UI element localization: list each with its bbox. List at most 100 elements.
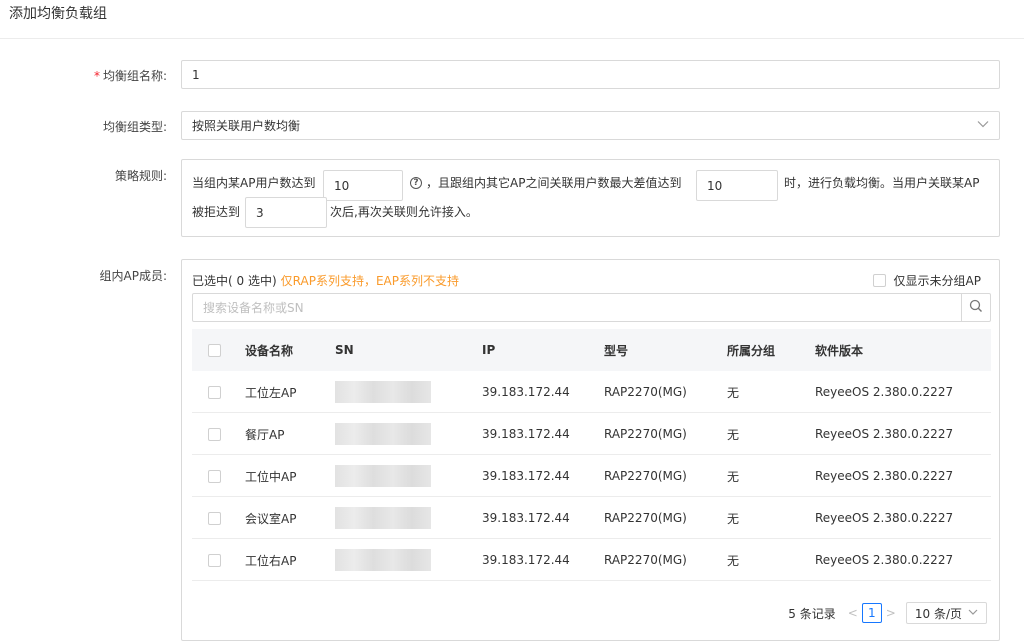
row-checkbox-cell	[208, 497, 221, 539]
page-1-button[interactable]: 1	[861, 603, 882, 623]
group-type-value: 按照关联用户数均衡	[192, 119, 301, 133]
version: ReyeeOS 2.380.0.2227	[815, 511, 954, 525]
max-diff-input[interactable]: 10	[696, 170, 778, 201]
sn-cell	[335, 497, 431, 539]
sn-cell	[335, 413, 431, 455]
ip: 39.183.172.44	[482, 469, 570, 483]
sn-redacted	[335, 381, 431, 403]
page-size-select[interactable]: 10 条/页	[905, 602, 987, 624]
device-name: 会议室AP	[245, 511, 297, 526]
group-name-input[interactable]: 1	[181, 60, 1000, 89]
only-ungrouped-toggle[interactable]: 仅显示未分组AP	[872, 272, 981, 289]
next-page-icon[interactable]: >	[886, 606, 896, 620]
pagination: 5 条记录 < 1 > 10 条/页	[788, 602, 987, 624]
row-checkbox-cell	[208, 455, 221, 497]
select-all-cell	[208, 329, 221, 371]
model: RAP2270(MG)	[604, 511, 687, 525]
device-name: 工位右AP	[245, 553, 297, 568]
page-size-value: 10 条/页	[914, 606, 962, 621]
ip: 39.183.172.44	[482, 553, 570, 567]
search-input[interactable]	[193, 294, 962, 321]
col-device-name: 设备名称	[245, 343, 294, 358]
group: 无	[727, 385, 740, 400]
type-label: 均衡组类型:	[102, 120, 167, 134]
table-header: 设备名称 SN IP 型号 所属分组 软件版本	[192, 329, 991, 371]
selected-count: 已选中( 0 选中) 仅RAP系列支持，EAP系列不支持	[192, 272, 459, 289]
model: RAP2270(MG)	[604, 427, 687, 441]
name-label-text: 均衡组名称:	[102, 69, 167, 83]
col-sn: SN	[335, 343, 354, 357]
group: 无	[727, 553, 740, 568]
only-ungrouped-checkbox[interactable]	[872, 274, 886, 287]
sn-redacted	[335, 465, 431, 487]
search-button[interactable]	[961, 294, 990, 321]
rule-text-4: 被拒达到	[192, 205, 241, 219]
device-name: 工位中AP	[245, 469, 297, 484]
rule-text-2: ，且跟组内其它AP之间关联用户数最大差值达到	[426, 176, 682, 190]
col-ip: IP	[482, 343, 496, 357]
strategy-rules-box: 当组内某AP用户数达到 10 ? ，且跟组内其它AP之间关联用户数最大差值达到 …	[181, 159, 1000, 237]
device-name: 工位左AP	[245, 385, 297, 400]
version: ReyeeOS 2.380.0.2227	[815, 469, 954, 483]
table-row[interactable]: 会议室AP 39.183.172.44 RAP2270(MG) 无 ReyeeO…	[192, 497, 991, 539]
ip: 39.183.172.44	[482, 511, 570, 525]
reject-count-value: 3	[256, 205, 264, 220]
row-checkbox[interactable]	[208, 511, 221, 525]
chevron-down-icon	[977, 120, 989, 131]
select-all-checkbox[interactable]	[208, 343, 221, 357]
table-row[interactable]: 工位中AP 39.183.172.44 RAP2270(MG) 无 ReyeeO…	[192, 455, 991, 497]
rule-text-3: 时，进行负载均衡。当用户关联某AP	[784, 176, 980, 190]
row-checkbox[interactable]	[208, 385, 221, 399]
sn-redacted	[335, 507, 431, 529]
ip: 39.183.172.44	[482, 385, 570, 399]
table-row[interactable]: 工位右AP 39.183.172.44 RAP2270(MG) 无 ReyeeO…	[192, 539, 991, 581]
col-group: 所属分组	[727, 343, 776, 358]
version: ReyeeOS 2.380.0.2227	[815, 427, 954, 441]
rule-text-5: 次后,再次关联则允许接入。	[330, 205, 478, 219]
sn-cell	[335, 455, 431, 497]
model: RAP2270(MG)	[604, 469, 687, 483]
row-checkbox[interactable]	[208, 553, 221, 567]
prev-page-icon[interactable]: <	[848, 606, 858, 620]
row-checkbox-cell	[208, 413, 221, 455]
col-model: 型号	[604, 343, 629, 358]
group: 无	[727, 427, 740, 442]
row-checkbox-cell	[208, 371, 221, 413]
rap-only-warning: 仅RAP系列支持，EAP系列不支持	[280, 274, 459, 288]
model: RAP2270(MG)	[604, 385, 687, 399]
page-title: 添加均衡负载组	[9, 6, 107, 22]
version: ReyeeOS 2.380.0.2227	[815, 553, 954, 567]
max-diff-value: 10	[707, 178, 723, 193]
table-row[interactable]: 餐厅AP 39.183.172.44 RAP2270(MG) 无 ReyeeOS…	[192, 413, 991, 455]
sn-redacted	[335, 423, 431, 445]
table-row[interactable]: 工位左AP 39.183.172.44 RAP2270(MG) 无 ReyeeO…	[192, 371, 991, 413]
sn-cell	[335, 539, 431, 581]
name-label: * 均衡组名称:	[94, 67, 167, 84]
col-version: 软件版本	[815, 343, 864, 358]
row-checkbox[interactable]	[208, 469, 221, 483]
chevron-down-icon	[968, 608, 978, 619]
ip: 39.183.172.44	[482, 427, 570, 441]
required-mark: *	[93, 69, 100, 83]
question-circle-icon[interactable]: ?	[410, 177, 422, 189]
page-header: 添加均衡负载组	[0, 0, 1024, 39]
group-type-select[interactable]: 按照关联用户数均衡	[181, 111, 1000, 140]
version: ReyeeOS 2.380.0.2227	[815, 385, 954, 399]
group: 无	[727, 469, 740, 484]
device-name: 餐厅AP	[245, 427, 285, 442]
members-label: 组内AP成员:	[99, 269, 168, 283]
model: RAP2270(MG)	[604, 553, 687, 567]
only-ungrouped-label: 仅显示未分组AP	[893, 274, 981, 288]
rules-label: 策略规则:	[114, 169, 167, 183]
user-count-threshold-value: 10	[334, 178, 350, 193]
members-box: 已选中( 0 选中)仅RAP系列支持，EAP系列不支持 仅显示未分组AP 设备名…	[181, 259, 1000, 641]
group-name-value: 1	[192, 67, 200, 82]
selected-count-text: 已选中( 0 选中)	[192, 274, 277, 288]
row-checkbox-cell	[208, 539, 221, 581]
row-checkbox[interactable]	[208, 427, 221, 441]
search-icon	[969, 299, 983, 316]
sn-redacted	[335, 549, 431, 571]
reject-count-input[interactable]: 3	[245, 197, 327, 228]
rule-text-1: 当组内某AP用户数达到	[192, 176, 316, 190]
user-count-threshold-input[interactable]: 10	[323, 170, 403, 201]
